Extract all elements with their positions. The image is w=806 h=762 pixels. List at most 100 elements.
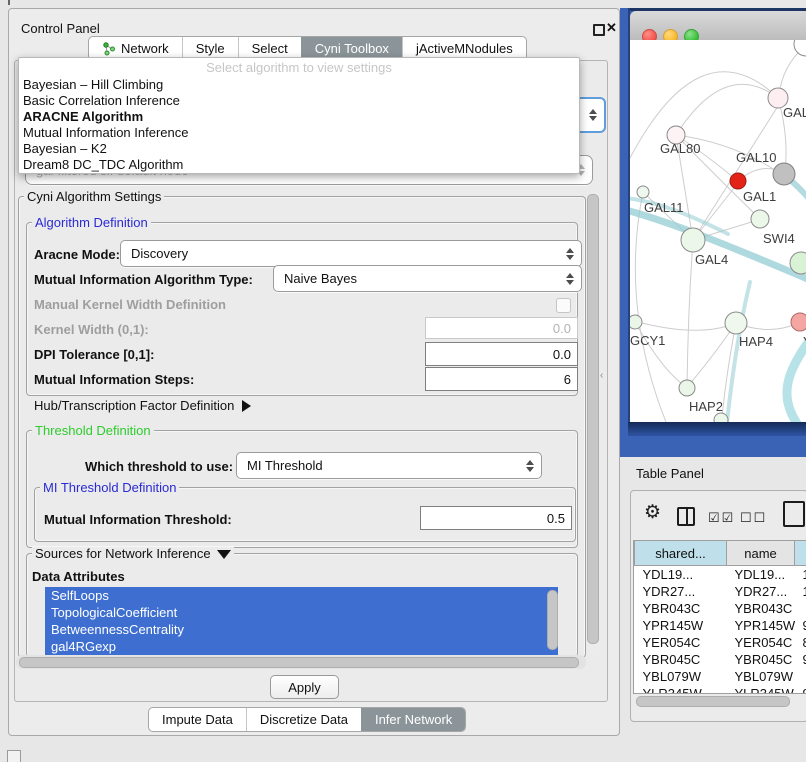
document-icon[interactable] [783, 501, 805, 527]
network-node-gal1[interactable] [751, 210, 769, 228]
dropdown-item-basic-correlation-inference[interactable]: Basic Correlation Inference [23, 93, 575, 109]
network-node[interactable] [730, 173, 746, 189]
dropdown-item-bayesian-k2[interactable]: Bayesian – K2 [23, 141, 575, 157]
network-edge[interactable] [635, 322, 685, 386]
collapse-arrow-icon[interactable] [242, 400, 251, 412]
table-row[interactable]: YBR043CYBR043C [635, 600, 806, 617]
table-cell[interactable]: YBR043C [635, 600, 727, 617]
table-row[interactable]: YDL19...YDL19...13 [635, 566, 806, 584]
manual-kernel-width-checkbox[interactable] [556, 298, 571, 313]
table-cell[interactable]: YER054C [727, 634, 795, 651]
settings-horizontal-scrollbar-thumb[interactable] [19, 657, 579, 668]
table-horizontal-scrollbar[interactable] [634, 695, 804, 707]
table-cell[interactable]: YLR345W [727, 685, 795, 694]
column-header-partial[interactable]: A [795, 541, 806, 566]
table-row[interactable]: YDR27...YDR27...12 [635, 583, 806, 600]
network-node-gal10[interactable] [773, 163, 795, 185]
algorithm-dropdown-hint: Select algorithm to view settings [19, 60, 579, 75]
hub-factor-section[interactable]: Hub/Transcription Factor Definition [34, 398, 251, 413]
network-edge[interactable] [688, 323, 736, 386]
network-edge[interactable] [687, 240, 693, 388]
settings-vertical-scrollbar-thumb[interactable] [587, 194, 599, 644]
settings-horizontal-scrollbar[interactable] [16, 655, 586, 669]
dropdown-item-dream8-dc-tdc-algorithm[interactable]: Dream8 DC_TDC Algorithm [23, 157, 575, 173]
network-edge[interactable] [676, 84, 778, 135]
mi-threshold-input[interactable]: 0.5 [420, 506, 572, 530]
network-edge[interactable] [635, 192, 666, 422]
mi-steps-input[interactable]: 6 [425, 367, 578, 391]
table-row[interactable]: YPR145WYPR145W9. [635, 617, 806, 634]
tab-infer-network[interactable]: Infer Network [361, 708, 465, 731]
network-node-y[interactable] [791, 313, 806, 331]
sources-title-wrap[interactable]: Sources for Network Inference [32, 547, 234, 560]
attribute-item-selfloops[interactable]: SelfLoops [45, 587, 558, 604]
mi-algorithm-type-combo[interactable]: Naive Bayes [273, 265, 582, 292]
tab-impute-data[interactable]: Impute Data [149, 708, 246, 731]
attribute-item-topologicalcoefficient[interactable]: TopologicalCoefficient [45, 604, 558, 621]
table-cell[interactable]: YDL19... [635, 566, 727, 584]
attributes-scrollbar-thumb[interactable] [547, 590, 558, 650]
dropdown-item-mutual-information-inference[interactable]: Mutual Information Inference [23, 125, 575, 141]
table-cell[interactable]: 12 [795, 583, 806, 600]
column-header-shared-name[interactable]: shared... [635, 541, 727, 566]
columns-icon[interactable] [677, 507, 695, 526]
table-row[interactable]: YER054CYER054C8. [635, 634, 806, 651]
network-window-titlebar[interactable] [630, 11, 806, 41]
column-header-name[interactable]: name [727, 541, 795, 566]
table-cell[interactable]: YDR27... [727, 583, 795, 600]
attribute-item-betweennesscentrality[interactable]: BetweennessCentrality [45, 621, 558, 638]
network-node-gcy1[interactable] [630, 315, 642, 329]
network-edge[interactable] [630, 72, 776, 158]
network-edge[interactable] [638, 322, 736, 330]
table-cell[interactable] [795, 600, 806, 617]
dropdown-item-bayesian-hill-climbing[interactable]: Bayesian – Hill Climbing [23, 77, 575, 93]
table-cell[interactable]: 9. [795, 651, 806, 668]
table-cell[interactable]: YDR27... [635, 583, 727, 600]
unchecked-pair-icon[interactable]: ☐☐ [740, 510, 767, 526]
network-node-hap2[interactable] [679, 380, 695, 396]
attribute-item-gal4rgexp[interactable]: gal4RGexp [45, 638, 558, 655]
table-cell[interactable]: YBR045C [635, 651, 727, 668]
network-node-hap4[interactable] [725, 312, 747, 334]
network-node-gal11[interactable] [637, 186, 649, 198]
settings-vertical-scrollbar[interactable] [586, 192, 600, 656]
table-cell[interactable]: 9. [795, 685, 806, 694]
float-window-icon[interactable] [593, 24, 605, 36]
tab-discretize-data[interactable]: Discretize Data [246, 708, 361, 731]
dpi-tolerance-input[interactable]: 0.0 [425, 342, 578, 366]
network-canvas[interactable]: GALGAL80GAL10GAL11GAL1GAL4SWI4GCY1HAP4YH… [630, 40, 806, 422]
table-horizontal-scrollbar-thumb[interactable] [636, 696, 790, 707]
table-cell[interactable]: 9. [795, 617, 806, 634]
expand-arrow-icon[interactable] [217, 550, 231, 559]
checked-pair-icon[interactable]: ☑☑ [708, 510, 735, 526]
table-cell[interactable]: YLR345W [635, 685, 727, 694]
gear-icon[interactable]: ⚙ [644, 503, 661, 522]
kernel-width-input[interactable]: 0.0 [425, 317, 578, 339]
mi-threshold-group-title: MI Threshold Definition [40, 481, 179, 494]
table-cell[interactable]: YPR145W [727, 617, 795, 634]
table-cell[interactable]: YPR145W [635, 617, 727, 634]
table-row[interactable]: YBR045CYBR045C9. [635, 651, 806, 668]
panel-resize-grip[interactable]: ‹ [600, 368, 603, 383]
apply-button[interactable]: Apply [270, 675, 339, 699]
which-threshold-combo[interactable]: MI Threshold [236, 452, 542, 479]
table-cell[interactable]: YER054C [635, 634, 727, 651]
data-attributes-list[interactable]: SelfLoopsTopologicalCoefficientBetweenne… [45, 587, 558, 656]
table-cell[interactable]: YDL19... [727, 566, 795, 584]
network-node[interactable] [714, 413, 728, 422]
table-cell[interactable] [795, 668, 806, 685]
table-row[interactable]: YLR345WYLR345W9. [635, 685, 806, 694]
aracne-mode-combo[interactable]: Discovery [120, 240, 582, 267]
table-row[interactable]: YBL079WYBL079W [635, 668, 806, 685]
close-window-icon[interactable]: ✕ [606, 20, 617, 35]
table-cell[interactable]: YBL079W [727, 668, 795, 685]
corner-button[interactable] [7, 750, 21, 762]
table-cell[interactable]: YBR045C [727, 651, 795, 668]
network-node[interactable] [794, 40, 806, 56]
dropdown-item-aracne-algorithm[interactable]: ARACNE Algorithm [23, 109, 575, 125]
network-node-gal4[interactable] [681, 228, 705, 252]
table-cell[interactable]: 13 [795, 566, 806, 584]
table-cell[interactable]: YBL079W [635, 668, 727, 685]
table-cell[interactable]: YBR043C [727, 600, 795, 617]
table-cell[interactable]: 8. [795, 634, 806, 651]
